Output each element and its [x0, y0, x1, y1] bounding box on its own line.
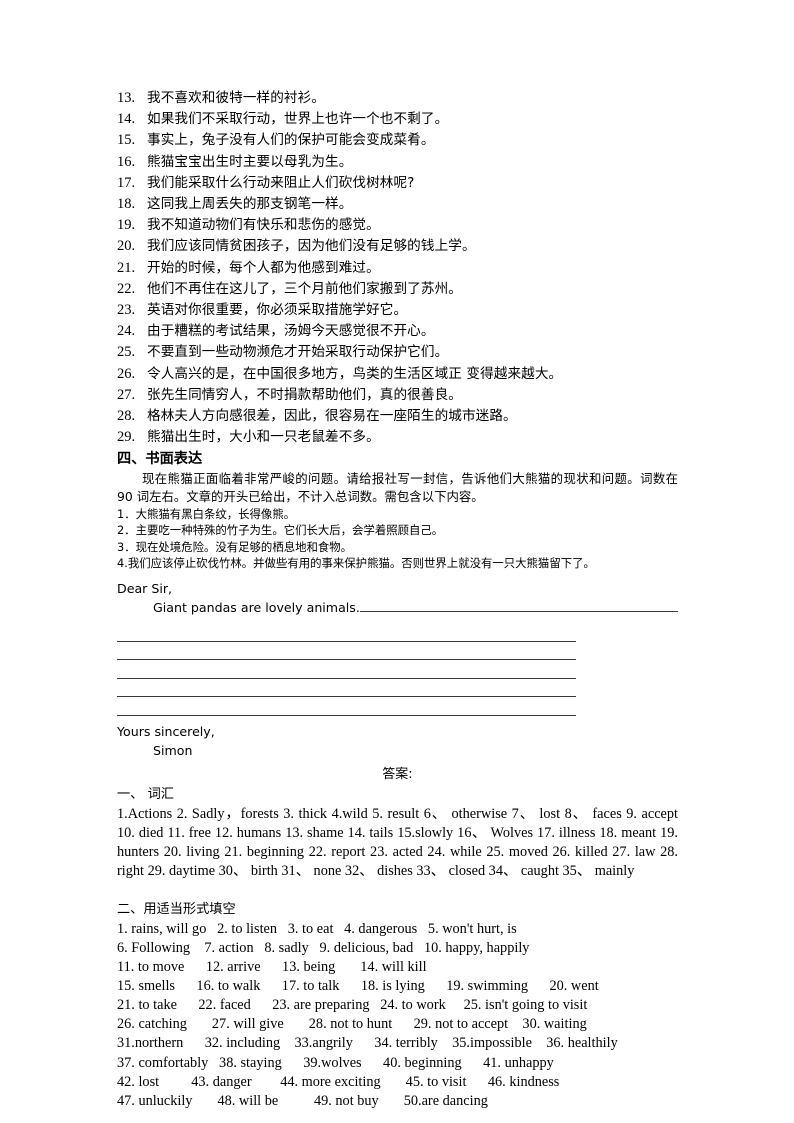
sentence-text: 令人高兴的是，在中国很多地方，鸟类的生活区域正 变得越来越大。	[147, 365, 563, 382]
writing-requirement-line: 3．现在处境危险。没有足够的栖息地和食物。	[117, 539, 353, 554]
sentence-text: 事实上，兔子没有人们的保护可能会变成菜肴。	[147, 132, 435, 149]
translation-sentence-row: 24. 由于糟糕的考试结果，汤姆今天感觉很不开心。	[117, 321, 678, 342]
answer-section-body: 1.Actions 2. Sadly，forests 3. thick 4.wi…	[117, 805, 678, 881]
answer-line: 42. lost 43. danger 44. more exciting 45…	[117, 1073, 560, 1090]
document-page: 13. 我不喜欢和彼特一样的衬衫。 14. 如果我们不采取行动，世界上也许一个也不剩了…	[0, 0, 794, 1123]
translation-sentence-row: 22. 他们不再住在这儿了，三个月前他们家搬到了苏州。	[117, 279, 678, 300]
sentence-text: 我不知道动物们有快乐和悲伤的感觉。	[147, 217, 380, 234]
translation-sentence-row: 14. 如果我们不采取行动，世界上也许一个也不剩了。	[117, 109, 678, 130]
sentence-text: 由于糟糕的考试结果，汤姆今天感觉很不开心。	[147, 323, 435, 340]
answer-section-gap	[117, 881, 678, 900]
answer-line: 37. comfortably 38. staying 39.wolves 40…	[117, 1054, 554, 1071]
translation-sentence-row: 27. 张先生同情穷人，不时捐款帮助他们，真的很善良。	[117, 385, 678, 406]
answer-section-heading: 一、 词汇	[117, 786, 174, 802]
answer-line: 31.northern 32. including 33.angrily 34.…	[117, 1035, 618, 1052]
sentence-text: 这同我上周丢失的那支钢笔一样。	[147, 196, 353, 213]
sentence-text: 张先生同情穷人，不时捐款帮助他们，真的很善良。	[147, 386, 462, 403]
sentence-number: 14.	[117, 111, 136, 128]
letter-signature: Simon	[153, 742, 193, 758]
answer-line: right 29. daytime 30、 birth 31、 none 32、…	[117, 862, 635, 879]
sentence-number: 27.	[117, 386, 136, 403]
answer-line: 1.Actions 2. Sadly，forests 3. thick 4.wi…	[117, 805, 678, 822]
writing-requirement-list: 1．大熊猫有黑白条纹，长得像熊。 2．主要吃一种特殊的竹子为生。它们长大后，会学着…	[117, 506, 678, 572]
answer-line: 15. smells 16. to walk 17. to talk 18. i…	[117, 978, 599, 995]
sentence-number: 29.	[117, 429, 136, 446]
answer-paragraph: 1.Actions 2. Sadly，forests 3. thick 4.wi…	[117, 805, 678, 881]
sentence-text: 他们不再住在这儿了，三个月前他们家搬到了苏州。	[147, 280, 462, 297]
writing-section-heading: 四、书面表达	[117, 451, 203, 468]
sentence-text: 熊猫宝宝出生时主要以母乳为生。	[147, 153, 353, 170]
letter-opening-text: Giant pandas are lovely animals.	[153, 600, 360, 616]
writing-intro-paragraph: 现在熊猫正面临着非常严峻的问题。请给报社写一封信，告诉他们大熊猫的现状和问题。词…	[117, 471, 678, 505]
sentence-text: 开始的时候，每个人都为他感到难过。	[147, 259, 380, 276]
answer-line: 47. unluckily 48. will be 49. not buy 50…	[117, 1092, 488, 1109]
sentence-number: 20.	[117, 238, 136, 255]
sentence-number: 13.	[117, 90, 136, 106]
sentence-number: 24.	[117, 323, 136, 340]
sentence-number: 21.	[117, 259, 136, 276]
sentence-number: 26.	[117, 365, 136, 382]
sentence-number: 17.	[117, 174, 136, 191]
writing-requirement-line: 1．大熊猫有黑白条纹，长得像熊。	[117, 506, 296, 521]
answer-line: 6. Following 7. action 8. sadly 9. delic…	[117, 939, 530, 956]
sentence-number: 15.	[117, 132, 136, 149]
translation-sentence-row: 16. 熊猫宝宝出生时主要以母乳为生。	[117, 152, 678, 173]
sentence-text: 我们能采取什么行动来阻止人们砍伐树林呢?	[147, 174, 415, 191]
sentence-number: 23.	[117, 302, 136, 319]
writing-requirement-line: 2．主要吃一种特殊的竹子为生。它们长大后，会学着照顾自己。	[117, 523, 444, 538]
sentence-number: 18.	[117, 196, 136, 213]
letter-salutation: Dear Sir,	[117, 581, 173, 597]
letter-blank-line[interactable]	[117, 697, 576, 716]
translation-sentence-row: 18. 这同我上周丢失的那支钢笔一样。	[117, 194, 678, 215]
letter-blank-line[interactable]	[117, 679, 576, 698]
letter-block: Dear Sir, Giant pandas are lovely animal…	[117, 579, 678, 760]
answer-section-body: 1. rains, will go 2. to listen 3. to eat…	[117, 920, 678, 1111]
translation-sentence-row: 23. 英语对你很重要，你必须采取措施学好它。	[117, 300, 678, 321]
translation-sentence-row: 25. 不要直到一些动物濒危才开始采取行动保护它们。	[117, 342, 678, 363]
translation-sentence-row: 29. 熊猫出生时，大小和一只老鼠差不多。	[117, 427, 678, 448]
sentence-number: 16.	[117, 153, 136, 170]
sentence-text: 如果我们不采取行动，世界上也许一个也不剩了。	[147, 111, 449, 128]
sentence-text: 英语对你很重要，你必须采取措施学好它。	[147, 302, 408, 319]
translation-sentence-row: 17. 我们能采取什么行动来阻止人们砍伐树林呢?	[117, 173, 678, 194]
sentence-number: 19.	[117, 217, 136, 234]
sentence-text: 我们应该同情贫困孩子，因为他们没有足够的钱上学。	[147, 238, 476, 255]
translation-sentence-row: 28. 格林夫人方向感很差，因此，很容易在一座陌生的城市迷路。	[117, 406, 678, 427]
translation-sentence-list: 13. 我不喜欢和彼特一样的衬衫。 14. 如果我们不采取行动，世界上也许一个也不剩了…	[117, 88, 678, 448]
letter-opening-underline[interactable]	[359, 599, 678, 613]
translation-sentence-row: 21. 开始的时候，每个人都为他感到难过。	[117, 258, 678, 279]
sentence-text: 我不喜欢和彼特一样的衬衫。	[147, 90, 326, 106]
answer-key-sections: 一、 词汇 1.Actions 2. Sadly，forests 3. thick…	[117, 785, 678, 1111]
translation-sentence-row: 13. 我不喜欢和彼特一样的衬衫。	[117, 88, 678, 109]
translation-sentence-row: 20. 我们应该同情贫困孩子，因为他们没有足够的钱上学。	[117, 236, 678, 257]
translation-sentence-row: 26. 令人高兴的是，在中国很多地方，鸟类的生活区域正 变得越来越大。	[117, 364, 678, 385]
answer-section-heading: 二、用适当形式填空	[117, 901, 236, 917]
answer-line: 26. catching 27. will give 28. not to hu…	[117, 1016, 587, 1033]
translation-sentence-row: 15. 事实上，兔子没有人们的保护可能会变成菜肴。	[117, 130, 678, 151]
letter-closing: Yours sincerely,	[117, 723, 215, 739]
writing-requirement-line: 4.我们应该停止砍伐竹林。并做些有用的事来保护熊猫。否则世界上就没有一只大熊猫留…	[117, 556, 595, 571]
letter-opening-line: Giant pandas are lovely animals.	[117, 598, 678, 617]
letter-blank-lines	[117, 623, 678, 716]
translation-sentence-row: 19. 我不知道动物们有快乐和悲伤的感觉。	[117, 215, 678, 236]
sentence-text: 格林夫人方向感很差，因此，很容易在一座陌生的城市迷路。	[147, 408, 517, 425]
sentence-number: 28.	[117, 408, 136, 425]
letter-blank-line[interactable]	[117, 660, 576, 679]
sentence-number: 25.	[117, 344, 136, 361]
answer-key-title: 答案:	[382, 766, 413, 782]
sentence-text: 不要直到一些动物濒危才开始采取行动保护它们。	[147, 344, 449, 361]
answer-line: hunters 20. living 21. beginning 22. rep…	[117, 843, 678, 860]
answer-line: 21. to take 22. faced 23. are preparing …	[117, 997, 588, 1014]
letter-blank-line[interactable]	[117, 623, 576, 642]
answer-line: 10. died 11. free 12. humans 13. shame 1…	[117, 824, 678, 841]
answer-line: 1. rains, will go 2. to listen 3. to eat…	[117, 920, 517, 937]
sentence-number: 22.	[117, 280, 136, 297]
letter-blank-line[interactable]	[117, 642, 576, 661]
sentence-text: 熊猫出生时，大小和一只老鼠差不多。	[147, 429, 380, 446]
answer-line: 11. to move 12. arrive 13. being 14. wil…	[117, 959, 427, 976]
